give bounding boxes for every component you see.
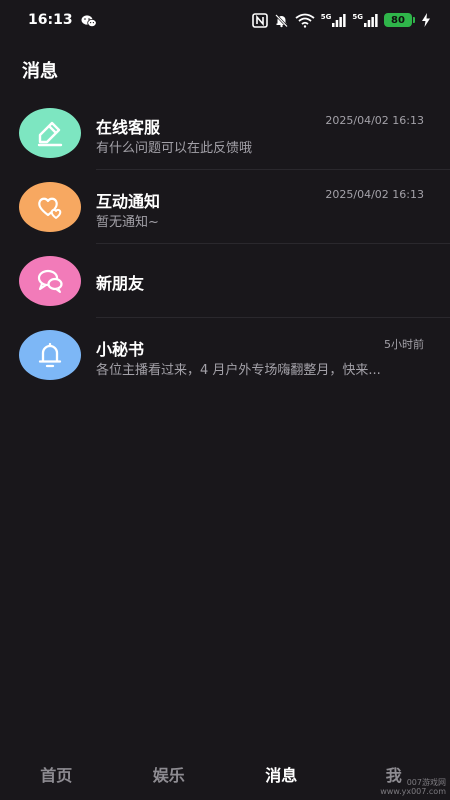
message-time: 2025/04/02 16:13 [325,114,424,127]
message-preview: 暂无通知~ [96,215,159,230]
message-item-secretary[interactable]: 小秘书 各位主播看过来，4 月户外专场嗨翻整月，快来... 5小时前 [0,318,450,392]
bell-icon [38,342,62,368]
nav-entertainment[interactable]: 娱乐 [113,762,226,786]
battery-indicator: 80 [384,13,415,27]
hearts-icon [38,197,62,219]
status-time: 16:13 [28,12,73,28]
avatar-interaction [19,182,81,232]
signal-5g-2: 5G [352,13,378,27]
avatar-customer-service [19,108,81,158]
wechat-icon [81,13,97,27]
message-item-interaction[interactable]: 互动通知 暂无通知~ 2025/04/02 16:13 [0,170,450,244]
signal-label-2: 5G [352,13,363,21]
avatar-secretary [19,330,81,380]
status-icons: 5G 5G 80 [251,12,430,28]
nav-home[interactable]: 首页 [0,762,113,786]
page-title: 消息 [22,61,58,82]
message-item-new-friends[interactable]: 新朋友 [0,244,450,318]
chat-bubbles-icon [37,269,63,293]
message-time: 2025/04/02 16:13 [325,188,424,201]
avatar-new-friends [19,256,81,306]
watermark-line2: www.yx007.com [380,787,446,797]
signal-label-1: 5G [320,13,332,21]
message-time: 5小时前 [384,338,424,351]
message-item-customer-service[interactable]: 在线客服 有什么问题可以在此反馈哦 2025/04/02 16:13 [0,96,450,170]
message-name: 小秘书 [96,340,145,359]
status-bar: 16:13 5G 5G 80 [0,0,450,40]
bell-off-icon [274,13,289,28]
message-preview: 各位主播看过来，4 月户外专场嗨翻整月，快来... [96,363,381,378]
signal-5g-1: 5G [321,13,347,27]
message-name: 新朋友 [96,274,145,293]
bolt-icon [422,13,430,27]
pencil-icon [37,121,63,147]
nfc-icon [251,12,268,28]
message-preview: 有什么问题可以在此反馈哦 [96,141,253,156]
message-list: 在线客服 有什么问题可以在此反馈哦 2025/04/02 16:13 互动通知 … [0,96,450,392]
nav-messages[interactable]: 消息 [225,762,338,786]
message-name: 在线客服 [96,118,161,137]
watermark: 007游戏网 www.yx007.com [380,779,446,797]
wifi-icon [295,13,315,28]
message-name: 互动通知 [96,192,161,211]
